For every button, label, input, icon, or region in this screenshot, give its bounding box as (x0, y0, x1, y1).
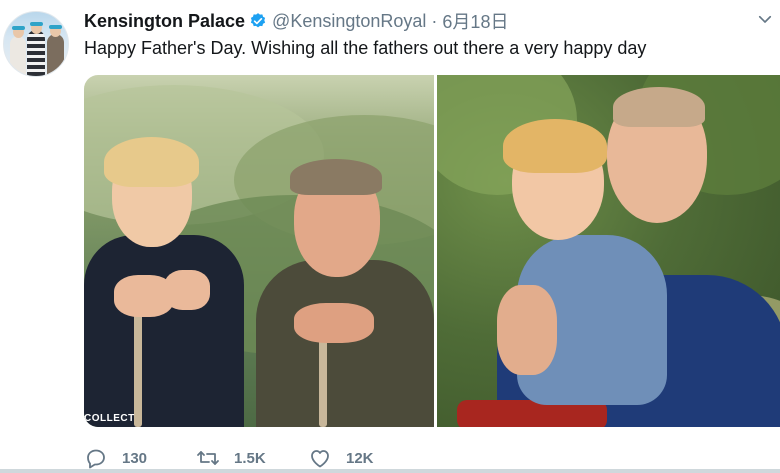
retweet-button[interactable]: 1.5K (196, 446, 266, 470)
photo-watermark: COLLECT (84, 413, 135, 424)
heart-icon (311, 450, 329, 468)
tweet[interactable]: Kensington Palace @KensingtonRoyal · 6月1… (0, 0, 780, 473)
header-separator: · (431, 10, 438, 31)
tweet-date[interactable]: 6月18日 (442, 8, 508, 34)
retweet-icon (197, 451, 219, 465)
tweet-media[interactable]: COLLECT (84, 75, 780, 427)
photo-father-and-son-hills[interactable]: COLLECT (84, 75, 434, 427)
reply-button[interactable]: 130 (84, 446, 147, 470)
account-name[interactable]: Kensington Palace (84, 11, 245, 32)
verified-badge-icon (249, 12, 267, 30)
tweet-header: Kensington Palace @KensingtonRoyal · 6月1… (84, 8, 508, 34)
avatar[interactable] (3, 11, 69, 77)
like-button[interactable]: 12K (308, 446, 374, 470)
account-handle[interactable]: @KensingtonRoyal (272, 11, 426, 32)
reply-count: 130 (122, 449, 148, 467)
photo-father-hugging-child[interactable] (437, 75, 780, 427)
tweet-text: Happy Father's Day. Wishing all the fath… (84, 38, 647, 58)
reply-icon (87, 449, 105, 469)
like-count: 12K (346, 449, 374, 467)
chevron-down-icon[interactable] (756, 10, 774, 28)
bottom-divider (0, 469, 780, 473)
retweet-count: 1.5K (234, 449, 266, 467)
tweet-actions: 130 1.5K 12K (84, 446, 484, 470)
